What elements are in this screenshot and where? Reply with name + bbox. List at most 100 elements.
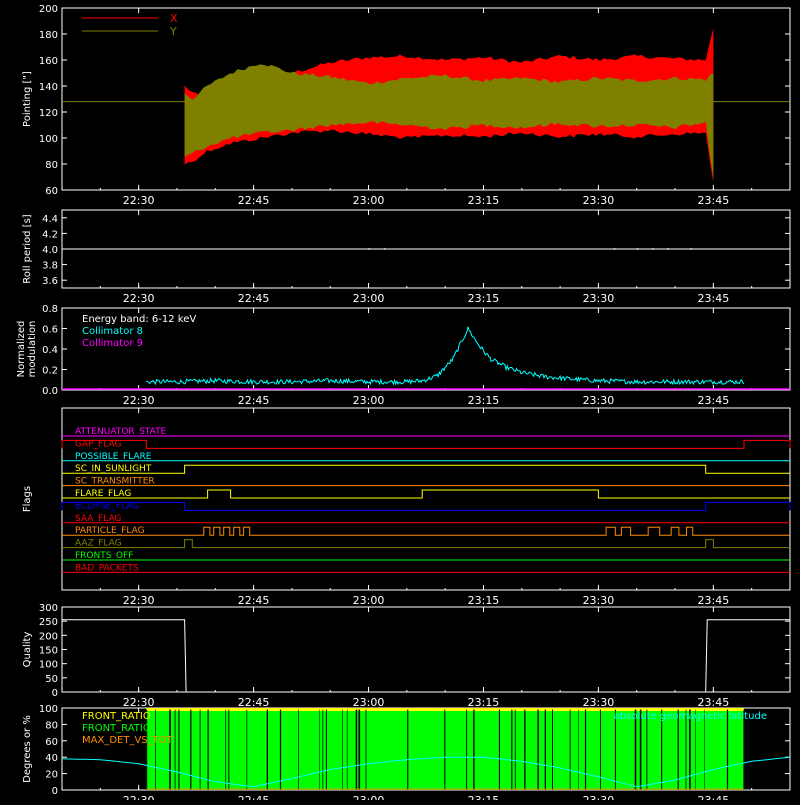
front-ratio-gap [266,709,268,790]
front-ratio-gap [514,709,516,790]
front-ratio-gap [407,709,409,790]
roll-x-tick-label: 23:00 [353,292,385,305]
flags-x-tick-label: 23:15 [468,594,500,607]
flags-y-label: Flags [22,486,33,512]
front-ratio-gap [325,709,327,790]
quality-y-label: Quality [22,632,33,668]
front-ratio-gap [537,709,539,790]
roll-y-tick-label: 4.0 [42,245,58,256]
ratios-panel: 22:30 22:45 23:00 23:15 23:30 23:45 0 20 40 60 80 1… [22,704,791,805]
front-ratio-gap [584,709,587,790]
ratios-x-tick-label: 23:00 [353,794,385,800]
modulation-y-tick-label: 0.0 [42,386,58,397]
front-ratio-gap [552,709,553,790]
front-ratio-gap [346,709,348,790]
quality-y-tick-label: 200 [39,631,58,642]
roll-y-tick-label: 4.4 [42,214,58,225]
modulation-legend-collimator-8: Collimator 8 [82,326,143,337]
pointing-y-tick-label: 80 [45,160,58,171]
ratios-y-tick-label: 60 [45,737,58,748]
pointing-x-tick-label: 23:00 [353,194,385,207]
front-ratio-gap [569,709,571,790]
pointing-y-tick-label: 180 [39,30,58,41]
roll-x-tick-label: 22:30 [123,292,155,305]
front-ratio-gap [444,709,446,790]
roll-period-point [636,248,639,250]
ratios-y-tick-label: 0 [52,786,58,797]
front-ratio-gap [246,709,248,790]
front-ratio-gap [225,709,227,790]
quality-panel: 22:30 22:45 23:00 23:15 23:30 23:45 0 50 100 150 2… [22,603,791,709]
flag-trace-particle-flag [62,526,790,536]
roll-y-tick-label: 3.8 [42,261,58,272]
front-ratio-gap [342,709,343,790]
modulation-x-tick-label: 22:45 [238,394,270,407]
flags-x-tick-label: 22:45 [238,594,270,607]
ratios-y-tick-label: 40 [45,753,58,764]
flags-x-tick-label: 23:00 [353,594,385,607]
front-ratio-gap [298,709,299,790]
pointing-x-tick-label: 23:45 [698,194,730,207]
pointing-y-tick-label: 60 [45,186,58,197]
ratios-x-tick-label: 23:30 [583,794,615,800]
front-ratio-gap [322,709,324,790]
ratios-legend-front-ratio: FRONT_RATIO [82,711,151,722]
roll-period-point [383,248,386,250]
front-ratio-gap [279,709,282,790]
hessi-observing-summary: 22:30 22:45 23:00 23:15 23:30 23:45 60 80 100 120… [0,0,800,805]
pointing-y-tick-label: 200 [39,4,58,15]
pointing-y-tick-label: 120 [39,108,58,119]
roll-y-tick-label: 3.6 [42,276,58,287]
front-ratio-gap [511,709,513,790]
modulation-y-label: modulation [27,321,38,378]
front-ratio-gap [190,709,192,790]
modulation-x-tick-label: 22:30 [123,394,155,407]
quality-y-tick-label: 300 [39,603,58,614]
front-ratio-gap [466,709,468,790]
modulation-x-tick-label: 23:00 [353,394,385,407]
pointing-y-tick-label: 140 [39,82,58,93]
pointing-legend-label-y: Y [169,25,177,38]
quality-y-tick-label: 250 [39,617,58,628]
pointing-x-tick-label: 23:30 [583,194,615,207]
roll-period-point [613,248,616,250]
front-ratio-gap [544,709,546,790]
front-ratio-gap [228,709,230,790]
pointing-y-tick-label: 100 [39,134,58,145]
ratios-y-tick-label: 80 [45,720,58,731]
quality-x-tick-label: 23:30 [583,696,615,709]
flags-x-tick-label: 23:30 [583,594,615,607]
pointing-panel: 22:30 22:45 23:00 23:15 23:30 23:45 60 80 100 120… [22,4,791,207]
front-ratio-gap [178,709,180,790]
quality-line [62,619,790,693]
flags-panel: 22:30 22:45 23:00 23:15 23:30 23:45FlagsATTEN… [22,407,791,607]
ratios-legend-max-det-vs-tot: MAX_DET_VS_TOT [82,735,174,746]
ratios-y-tick-label: 100 [39,704,58,715]
roll-x-tick-label: 22:45 [238,292,270,305]
roll-y-label: Roll period [s] [22,214,33,283]
front-ratio-gap [578,709,579,790]
roll-period-point [667,248,669,250]
roll-period-point [368,248,371,250]
quality-x-tick-label: 23:45 [698,696,730,709]
quality-y-tick-label: 0 [52,688,58,699]
pointing-y-label: Pointing ["] [22,71,33,127]
front-ratio-gap [169,709,171,790]
modulation-x-tick-label: 23:30 [583,394,615,407]
quality-x-tick-label: 22:45 [238,696,270,709]
quality-x-tick-label: 22:30 [123,696,155,709]
flags-x-tick-label: 22:30 [123,594,155,607]
pointing-x-tick-label: 23:15 [468,194,500,207]
roll-y-tick-label: 4.2 [42,229,58,240]
summary-plot-canvas: 22:30 22:45 23:00 23:15 23:30 23:45 60 80 100 120… [16,4,791,805]
modulation-legend-collimator-9: Collimator 9 [82,338,143,349]
flag-trace-aaz-flag [62,539,790,549]
ratios-legend-front-ratio-2: FRONT_RATIO_2 [82,723,162,734]
flag-trace-gap-flag [61,439,791,449]
ratios-y-label: Degrees or % [22,715,33,783]
ratios-x-tick-label: 23:45 [698,794,730,800]
ratios-x-tick-label: 22:30 [123,794,155,800]
pointing-legend-label-x: X [170,12,178,25]
flags-x-tick-label: 23:45 [698,594,730,607]
modulation-plot-area [62,326,790,390]
